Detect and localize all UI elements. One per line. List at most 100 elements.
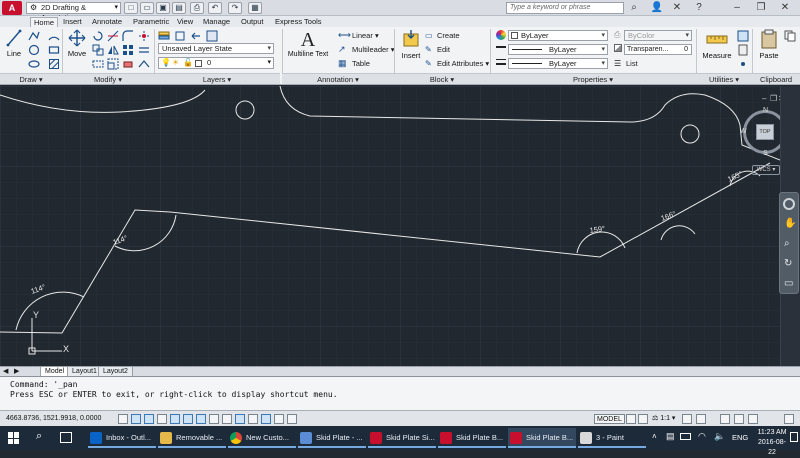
- move-button[interactable]: Move: [65, 29, 89, 63]
- taskbar-item-removable[interactable]: Removable ...: [158, 428, 226, 448]
- annotation-visibility-icon[interactable]: [682, 414, 692, 424]
- ucs-menu[interactable]: WCS ▾: [752, 165, 780, 175]
- taskbar-item-skid-plate-3[interactable]: Skid Plate B...: [438, 428, 506, 448]
- battery-icon[interactable]: [680, 433, 691, 440]
- rotate-icon[interactable]: [92, 30, 104, 42]
- drawing-svg[interactable]: 114° 114° 159° 166° 165° Y X: [0, 86, 780, 366]
- orbit-icon[interactable]: ↻: [784, 258, 792, 269]
- minimize-icon[interactable]: –: [728, 1, 746, 15]
- layer-properties-icon[interactable]: [158, 30, 170, 42]
- hatch-icon[interactable]: [48, 58, 60, 70]
- table-button[interactable]: ▦ Table: [338, 58, 370, 69]
- polyline-icon[interactable]: [28, 30, 40, 42]
- tray-chevron-icon[interactable]: ˄: [652, 432, 657, 441]
- taskbar-item-skid-plate-2[interactable]: Skid Plate Si...: [368, 428, 436, 448]
- lineweight-toggle-icon[interactable]: [248, 414, 258, 424]
- linear-dimension-button[interactable]: ⟷ Linear ▾: [338, 30, 379, 41]
- explode-icon[interactable]: [138, 30, 150, 42]
- quick-view-layouts-icon[interactable]: [626, 414, 636, 424]
- offset-icon[interactable]: [138, 44, 150, 56]
- dynamic-ucs-icon[interactable]: [222, 414, 232, 424]
- undo-icon[interactable]: ↶: [208, 2, 222, 14]
- copy-icon[interactable]: [92, 44, 104, 56]
- dynamic-input-icon[interactable]: [235, 414, 245, 424]
- rectangle-icon[interactable]: [48, 44, 60, 56]
- exchange-icon[interactable]: ✕: [668, 1, 686, 15]
- insert-block-button[interactable]: Insert: [398, 29, 424, 69]
- panel-title-clipboard[interactable]: Clipboard: [752, 73, 800, 84]
- viewcube-top-face[interactable]: TOP: [756, 124, 774, 140]
- color-picker-icon[interactable]: [496, 30, 506, 40]
- current-layer-dropdown[interactable]: 💡 ☀ 🔓 0 ▾: [158, 57, 274, 69]
- plot-style-dropdown[interactable]: ByColor: [624, 30, 692, 41]
- new-icon[interactable]: □: [124, 2, 138, 14]
- mirror-icon[interactable]: [107, 44, 119, 56]
- tab-insert[interactable]: Insert: [60, 17, 85, 27]
- full-navigation-wheel-icon[interactable]: [783, 198, 795, 210]
- taskbar-item-skid-plate-4[interactable]: Skid Plate B...: [508, 428, 576, 448]
- tab-output[interactable]: Output: [238, 17, 267, 27]
- command-line[interactable]: Command: '_pan Press ESC or ENTER to exi…: [0, 376, 800, 410]
- multiline-text-button[interactable]: A Multiline Text: [286, 29, 330, 69]
- quick-select-icon[interactable]: [737, 30, 749, 42]
- tab-parametric[interactable]: Parametric: [130, 17, 172, 27]
- language-indicator[interactable]: ENG: [732, 433, 748, 442]
- fillet-icon[interactable]: [122, 30, 134, 42]
- measure-button[interactable]: Measure: [700, 29, 734, 69]
- polar-tracking-icon[interactable]: [170, 414, 180, 424]
- panel-title-annotation[interactable]: Annotation ▾: [282, 73, 394, 84]
- trim-icon[interactable]: [107, 30, 119, 42]
- tab-annotate[interactable]: Annotate: [89, 17, 125, 27]
- snap-mode-icon[interactable]: [131, 414, 141, 424]
- grid-display-icon[interactable]: [144, 414, 154, 424]
- object-snap-tracking-icon[interactable]: [209, 414, 219, 424]
- volume-icon[interactable]: 🔈: [714, 431, 725, 442]
- linetype-dropdown[interactable]: ByLayer: [508, 44, 608, 55]
- list-button[interactable]: ☰ List: [614, 58, 638, 69]
- lineweight-dropdown[interactable]: ByLayer: [508, 58, 608, 69]
- search-icon[interactable]: ⌕: [625, 1, 643, 15]
- drawing-canvas[interactable]: 114° 114° 159° 166° 165° Y X – ❐ ✕ TOP N…: [0, 86, 780, 366]
- create-block-button[interactable]: ▭ Create: [425, 30, 460, 41]
- multileader-button[interactable]: ↗ Multileader ▾: [338, 44, 395, 55]
- pan-icon[interactable]: ✋: [784, 218, 796, 229]
- viewport-minimize-icon[interactable]: –: [762, 94, 766, 103]
- 3d-object-snap-icon[interactable]: [196, 414, 206, 424]
- edit-attributes-button[interactable]: ✎ Edit Attributes ▾: [425, 58, 489, 69]
- quick-view-drawings-icon[interactable]: [638, 414, 648, 424]
- tab-nav-next-icon[interactable]: ▶: [14, 367, 19, 375]
- redo-icon[interactable]: ↷: [228, 2, 242, 14]
- arc-icon[interactable]: [48, 30, 60, 42]
- tab-nav-prev-icon[interactable]: ◀: [3, 367, 8, 375]
- plot-icon[interactable]: ▦: [248, 2, 262, 14]
- array-icon[interactable]: [122, 44, 134, 56]
- coordinate-readout[interactable]: 4663.8736, 1521.9918, 0.0000: [6, 414, 101, 424]
- layer-previous-icon[interactable]: [190, 30, 202, 42]
- workspace-dropdown[interactable]: ⚙ 2D Drafting & Annotation ▾: [26, 2, 121, 22]
- object-snap-icon[interactable]: [183, 414, 193, 424]
- taskbar-item-paint[interactable]: 3 - Paint: [578, 428, 646, 448]
- calculator-icon[interactable]: [737, 44, 749, 56]
- workspace-switching-icon[interactable]: [696, 414, 706, 424]
- id-point-icon[interactable]: [737, 58, 749, 70]
- search-input[interactable]: Type a keyword or phrase: [506, 2, 624, 14]
- print-icon[interactable]: ⎙: [190, 2, 204, 14]
- task-view-icon[interactable]: [60, 432, 72, 443]
- clean-screen-icon[interactable]: [784, 414, 794, 424]
- taskbar-item-outlook[interactable]: Inbox - Outl...: [88, 428, 156, 448]
- layer-state-dropdown[interactable]: Unsaved Layer State: [158, 43, 274, 54]
- open-icon[interactable]: ▭: [140, 2, 154, 14]
- erase-icon[interactable]: [122, 58, 134, 70]
- taskbar-item-skid-plate-1[interactable]: Skid Plate - ...: [298, 428, 366, 448]
- layer-isolate-icon[interactable]: [206, 30, 218, 42]
- notifications-icon[interactable]: [790, 432, 798, 442]
- zoom-extents-icon[interactable]: ⌕: [784, 238, 790, 249]
- wifi-icon[interactable]: ◠: [698, 431, 706, 442]
- close-icon[interactable]: ✕: [776, 1, 794, 15]
- tab-manage[interactable]: Manage: [200, 17, 233, 27]
- search-icon[interactable]: ⌕: [36, 430, 42, 443]
- panel-title-block[interactable]: Block ▾: [394, 73, 490, 84]
- panel-title-layers[interactable]: Layers ▾: [154, 73, 280, 84]
- save-icon[interactable]: ▣: [156, 2, 170, 14]
- panel-title-modify[interactable]: Modify ▾: [62, 73, 154, 84]
